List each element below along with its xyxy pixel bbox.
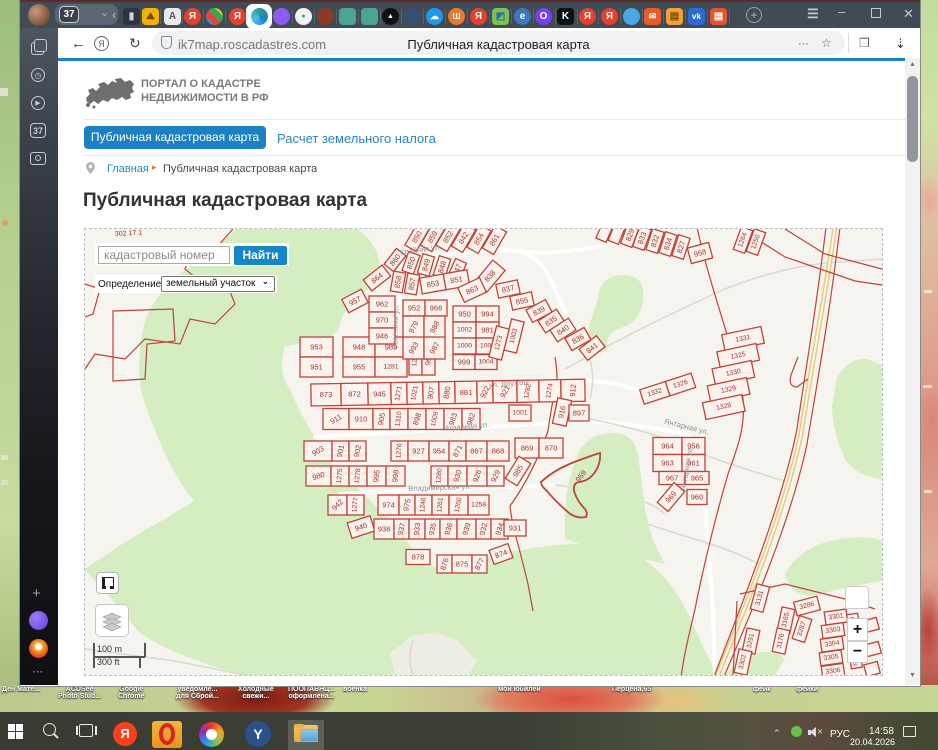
svg-text:872: 872	[348, 390, 361, 399]
svg-text:974: 974	[382, 501, 395, 510]
svg-text:946: 946	[376, 332, 389, 341]
svg-text:873: 873	[320, 390, 333, 399]
svg-text:948: 948	[353, 343, 366, 352]
svg-text:878: 878	[412, 553, 425, 562]
svg-text:1001: 1001	[512, 410, 527, 417]
svg-text:867: 867	[470, 447, 483, 456]
svg-text:302 17 1: 302 17 1	[115, 230, 143, 238]
svg-text:965: 965	[691, 474, 704, 483]
svg-text:955: 955	[353, 363, 366, 372]
svg-text:966: 966	[430, 304, 443, 313]
svg-text:964: 964	[661, 442, 674, 451]
svg-text:881: 881	[460, 388, 473, 397]
svg-text:931: 931	[509, 524, 522, 533]
svg-text:945: 945	[373, 389, 386, 398]
svg-text:869: 869	[521, 444, 534, 453]
svg-text:967: 967	[666, 474, 679, 483]
svg-text:1000: 1000	[457, 343, 472, 350]
svg-text:870: 870	[545, 444, 558, 453]
svg-text:960: 960	[691, 493, 704, 502]
svg-text:1258: 1258	[471, 502, 486, 509]
svg-text:952: 952	[408, 304, 421, 313]
svg-text:970: 970	[376, 316, 389, 325]
svg-text:999: 999	[458, 358, 471, 367]
svg-text:3306: 3306	[825, 667, 841, 675]
svg-text:1002: 1002	[457, 327, 472, 334]
svg-text:954: 954	[433, 447, 446, 456]
svg-text:998: 998	[390, 469, 400, 482]
svg-text:Весенняя ул.: Весенняя ул.	[390, 304, 401, 350]
svg-text:933: 933	[412, 522, 422, 535]
svg-text:910: 910	[355, 415, 368, 424]
svg-text:995: 995	[371, 469, 381, 482]
svg-text:950: 950	[458, 310, 471, 319]
svg-text:981: 981	[481, 326, 494, 335]
svg-text:953: 953	[310, 343, 323, 352]
svg-text:1281: 1281	[383, 364, 398, 371]
svg-text:927: 927	[412, 447, 425, 456]
svg-text:897: 897	[573, 409, 586, 418]
svg-text:963: 963	[661, 459, 674, 468]
svg-text:938: 938	[378, 525, 391, 534]
svg-text:1004: 1004	[478, 359, 493, 366]
svg-text:868: 868	[492, 447, 505, 456]
svg-text:994: 994	[481, 310, 494, 319]
svg-text:951: 951	[310, 363, 323, 372]
svg-text:875: 875	[456, 560, 469, 569]
svg-text:912: 912	[568, 384, 578, 397]
svg-text:962: 962	[376, 300, 389, 309]
